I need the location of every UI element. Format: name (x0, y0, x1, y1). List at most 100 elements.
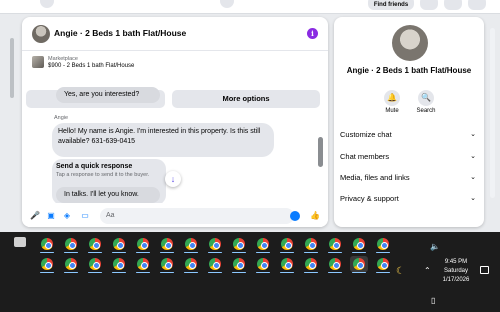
open-indicator (256, 271, 270, 273)
like-icon[interactable]: 👍 (310, 210, 320, 221)
incoming-message: Hello! My name is Angie. I'm interested … (52, 123, 274, 157)
chrome-icon (233, 238, 245, 250)
chrome-taskbar-button[interactable] (38, 256, 56, 273)
chrome-taskbar-button[interactable] (206, 256, 224, 273)
open-indicator (352, 251, 366, 253)
section-customize-chat[interactable]: Customize chat ⌄ (340, 127, 478, 143)
volume-icon[interactable]: 🔈 (430, 242, 440, 251)
microphone-icon[interactable]: 🎤 (30, 210, 40, 221)
chat-scrollbar[interactable] (318, 137, 323, 167)
chevron-up-icon[interactable]: ⌃ (424, 266, 431, 275)
chrome-taskbar-button[interactable] (374, 236, 392, 253)
chrome-taskbar-button[interactable] (230, 236, 248, 253)
quick-reply-button[interactable]: In talks. I'll let you know. (56, 187, 160, 203)
sticker-icon[interactable]: ◈ (62, 210, 72, 221)
open-indicator (328, 271, 342, 273)
chrome-taskbar-button[interactable] (134, 256, 152, 273)
taskbar-clock[interactable]: 9:45 PM Saturday 1/17/2026 (436, 258, 476, 285)
message-input[interactable]: Aa (100, 208, 294, 224)
chrome-taskbar-button[interactable] (254, 236, 272, 253)
chrome-taskbar-button[interactable] (158, 236, 176, 253)
open-indicator (160, 271, 174, 273)
notifications-icon[interactable] (468, 0, 486, 10)
messenger-icon[interactable] (444, 0, 462, 10)
open-indicator (352, 271, 366, 273)
quick-response-title: Send a quick response (56, 163, 133, 170)
chrome-taskbar-button[interactable] (350, 236, 368, 253)
chrome-taskbar-button[interactable] (230, 256, 248, 273)
chrome-icon (305, 238, 317, 250)
chrome-taskbar-button[interactable] (326, 236, 344, 253)
chrome-icon (257, 258, 269, 270)
section-media-files-links[interactable]: Media, files and links ⌄ (340, 170, 478, 186)
chrome-icon (329, 238, 341, 250)
chrome-taskbar-button[interactable] (326, 256, 344, 273)
screen-icon[interactable]: ▯ (431, 296, 435, 305)
notifications-icon[interactable] (480, 266, 489, 274)
chrome-taskbar-button[interactable] (206, 236, 224, 253)
right-scrollbar[interactable] (490, 28, 495, 198)
chrome-taskbar-button[interactable] (278, 256, 296, 273)
chrome-taskbar-button[interactable] (182, 256, 200, 273)
photo-icon[interactable]: ▣ (46, 210, 56, 221)
chrome-icon (329, 258, 341, 270)
chrome-taskbar-button[interactable] (62, 236, 80, 253)
listing-thumbnail[interactable] (32, 25, 50, 43)
open-indicator (40, 271, 54, 273)
open-indicator (184, 271, 198, 273)
open-indicator (280, 271, 294, 273)
info-icon[interactable]: i (307, 28, 318, 39)
quick-reply-button[interactable]: Yes, are you interested? (56, 87, 160, 103)
search-icon: 🔍 (418, 90, 434, 106)
section-chat-members[interactable]: Chat members ⌄ (340, 149, 478, 165)
chrome-icon (137, 238, 149, 250)
find-friends-button[interactable]: Find friends (368, 0, 414, 10)
chrome-taskbar-button[interactable] (86, 236, 104, 253)
bell-icon: 🔔 (384, 90, 400, 106)
chrome-taskbar-button[interactable] (374, 256, 392, 273)
chrome-taskbar-button[interactable] (62, 256, 80, 273)
details-title: Angie · 2 Beds 1 bath Flat/House (346, 66, 472, 75)
chrome-taskbar-button[interactable] (134, 236, 152, 253)
chevron-down-icon: ⌄ (470, 153, 476, 160)
chrome-icon (137, 258, 149, 270)
nav-icon[interactable] (40, 0, 54, 8)
chrome-taskbar-button[interactable] (302, 256, 320, 273)
open-indicator (64, 251, 78, 253)
chrome-icon (353, 258, 365, 270)
chrome-icon (233, 258, 245, 270)
marketplace-listing[interactable]: Marketplace $900 - 2 Beds 1 bath Flat/Ho… (22, 51, 328, 89)
chat-header: Angie · 2 Beds 1 bath Flat/House i (22, 17, 328, 51)
chrome-taskbar-button[interactable] (278, 236, 296, 253)
chrome-taskbar-button[interactable] (110, 236, 128, 253)
open-indicator (280, 251, 294, 253)
gif-icon[interactable]: ▭ (80, 210, 90, 221)
open-indicator (136, 251, 150, 253)
mute-button[interactable]: 🔔 Mute (374, 90, 410, 114)
more-options-button[interactable]: More options (172, 90, 320, 108)
section-privacy-support[interactable]: Privacy & support ⌄ (340, 191, 478, 207)
chat-details-panel: Angie · 2 Beds 1 bath Flat/House 🔔 Mute … (334, 17, 484, 227)
open-indicator (232, 271, 246, 273)
chrome-taskbar-button[interactable] (254, 256, 272, 273)
chat-title[interactable]: Angie · 2 Beds 1 bath Flat/House (54, 28, 186, 38)
chrome-taskbar-button[interactable] (182, 236, 200, 253)
scroll-to-bottom-icon[interactable]: ↓ (165, 171, 181, 187)
app-icon[interactable] (14, 237, 26, 247)
clock-day: Saturday (443, 268, 468, 274)
menu-icon[interactable] (420, 0, 438, 10)
chrome-taskbar-button[interactable] (350, 256, 368, 273)
chrome-taskbar-button[interactable] (86, 256, 104, 273)
emoji-icon[interactable] (290, 211, 300, 221)
chrome-taskbar-button[interactable] (302, 236, 320, 253)
search-button[interactable]: 🔍 Search (408, 90, 444, 114)
chrome-taskbar-button[interactable] (38, 236, 56, 253)
nav-icon[interactable] (220, 0, 234, 8)
night-light-icon[interactable]: ☾ (396, 266, 405, 277)
chrome-icon (281, 238, 293, 250)
page-scrollbar[interactable] (10, 38, 14, 98)
listing-photo[interactable] (392, 25, 428, 61)
chrome-icon (209, 258, 221, 270)
chrome-taskbar-button[interactable] (110, 256, 128, 273)
chrome-taskbar-button[interactable] (158, 256, 176, 273)
